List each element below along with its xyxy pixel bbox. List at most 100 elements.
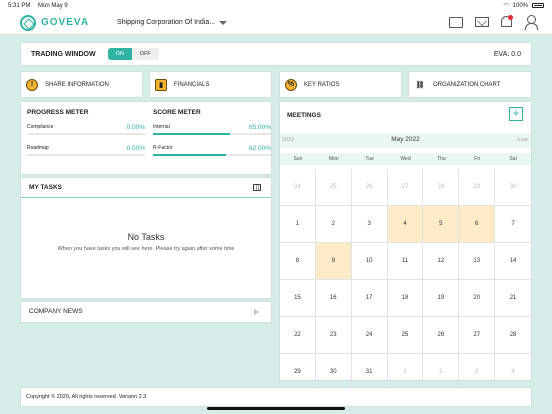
calendar-day[interactable]: 28 xyxy=(495,317,531,354)
progress-fill xyxy=(153,133,230,135)
user-icon[interactable] xyxy=(524,15,538,30)
calendar-day-with-event[interactable]: 5 xyxy=(423,206,460,243)
calendar-day[interactable]: 28 xyxy=(423,169,460,206)
calendar-day[interactable]: 25 xyxy=(387,317,424,354)
org-chart-icon: ⛓ xyxy=(415,81,425,89)
toggle-on-button[interactable]: ON xyxy=(107,48,132,60)
calendar-day[interactable]: 25 xyxy=(315,169,352,206)
calendar-day[interactable]: 1 xyxy=(387,354,424,391)
progress-bar xyxy=(27,154,145,156)
score-meter: SCORE METER Internal 65.00% R-Factor 62.… xyxy=(153,102,273,158)
notification-dot xyxy=(508,15,513,20)
folder-icon[interactable] xyxy=(449,17,463,28)
calendar-day[interactable]: 3 xyxy=(459,354,496,391)
calendar-day[interactable]: 18 xyxy=(387,280,424,317)
key-ratios-tile[interactable]: % KEY RATIOS xyxy=(280,72,401,97)
calendar-day[interactable]: 27 xyxy=(387,169,424,206)
calendar-day[interactable]: 8 xyxy=(280,243,316,280)
current-month-label: May 2022 xyxy=(391,136,420,143)
weekday-label: Sun xyxy=(293,156,303,162)
metric-label: Compliance xyxy=(27,124,54,130)
play-icon[interactable] xyxy=(254,309,259,315)
calendar-grid: 24 25 26 27 28 29 30 1 2 3 4 5 6 7 8 9 10 11 12 13 14 15 16 17 1… xyxy=(280,169,531,391)
metric-value: 0.00% xyxy=(126,145,145,152)
app-header: GOVEVA Shipping Corporation Of India... xyxy=(0,11,552,35)
calendar-day[interactable]: 15 xyxy=(280,280,316,317)
next-month-button[interactable]: June xyxy=(516,137,528,143)
metric-value: 62.00% xyxy=(248,145,271,152)
weekday-label: Sat xyxy=(509,156,517,162)
calendar-day[interactable]: 11 xyxy=(387,243,424,280)
financials-tile[interactable]: ▮ FINANCIALS xyxy=(150,72,271,97)
weekday-label: Fri xyxy=(474,156,481,162)
company-news-card[interactable]: COMPANY NEWS xyxy=(21,302,271,322)
calendar-day[interactable]: 16 xyxy=(315,280,352,317)
metric-value: 65.00% xyxy=(248,124,271,131)
calendar-day[interactable]: 24 xyxy=(351,317,388,354)
progress-bar xyxy=(153,154,271,156)
calendar-day[interactable]: 13 xyxy=(459,243,496,280)
calendar-day-with-event[interactable]: 6 xyxy=(459,206,496,243)
calendar-day[interactable]: 3 xyxy=(351,206,388,243)
calendar-day[interactable]: 7 xyxy=(495,206,531,243)
score-meter-title: SCORE METER xyxy=(153,109,201,116)
bell-icon[interactable] xyxy=(501,15,513,27)
calendar-day[interactable]: 31 xyxy=(351,354,388,391)
calendar-day[interactable]: 17 xyxy=(351,280,388,317)
calendar-day[interactable]: 26 xyxy=(423,317,460,354)
calendar-day[interactable]: 20 xyxy=(459,280,496,317)
calendar-day[interactable]: 22 xyxy=(280,317,316,354)
calendar-day[interactable]: 29 xyxy=(459,169,496,206)
organization-chart-tile[interactable]: ⛓ ORGANIZATION CHART xyxy=(409,72,531,97)
calendar-day[interactable]: 19 xyxy=(423,280,460,317)
calendar-day[interactable]: 2 xyxy=(315,206,352,243)
home-indicator xyxy=(207,407,345,410)
mail-icon[interactable] xyxy=(475,17,489,27)
progress-bar xyxy=(27,133,145,135)
meetings-card: MEETINGS + 2022 May 2022 June Sun Mon Tue W… xyxy=(280,102,531,391)
trading-window-label: TRADING WINDOW xyxy=(31,50,96,58)
metric-label: R-Factor xyxy=(153,145,173,151)
company-selector[interactable]: Shipping Corporation Of India... xyxy=(117,19,228,26)
status-bar: 5:31 PM Mon May 9 ◠ 100% xyxy=(0,0,552,11)
calendar-day[interactable]: 14 xyxy=(495,243,531,280)
calendar-day[interactable]: 30 xyxy=(495,169,531,206)
meetings-title: MEETINGS xyxy=(287,112,321,119)
calendar-day[interactable]: 12 xyxy=(423,243,460,280)
calendar-day[interactable]: 24 xyxy=(280,169,316,206)
calendar-day[interactable]: 23 xyxy=(315,317,352,354)
divider xyxy=(21,197,271,198)
trading-window-toggle[interactable]: ON OFF xyxy=(107,48,159,60)
calendar-day-with-event[interactable]: 4 xyxy=(387,206,424,243)
calendar-day[interactable]: 27 xyxy=(459,317,496,354)
empty-state-title: No Tasks xyxy=(127,232,165,242)
metric-roadmap: Roadmap 0.00% xyxy=(27,145,147,158)
goveva-logo-icon xyxy=(20,14,36,31)
weekday-header: Sun Mon Tue Wed Thu Fri Sat xyxy=(280,153,531,165)
logo: GOVEVA xyxy=(20,14,90,31)
calendar-grid-icon[interactable] xyxy=(253,184,261,191)
footer: Copyright © 2020, All rights reserved. V… xyxy=(21,388,531,406)
calendar-day-with-event[interactable]: 9 xyxy=(315,243,352,280)
progress-fill xyxy=(153,154,227,156)
logo-text: GOVEVA xyxy=(41,17,90,28)
trading-window-bar: TRADING WINDOW ON OFF EVA: 0.0 xyxy=(21,43,531,65)
calendar-day[interactable]: 10 xyxy=(351,243,388,280)
empty-state-text: When you have tasks you will see here. P… xyxy=(57,246,235,252)
calendar-day[interactable]: 4 xyxy=(495,354,531,391)
metric-label: Roadmap xyxy=(27,145,49,151)
metric-r-factor: R-Factor 62.00% xyxy=(153,145,273,158)
toggle-off-button[interactable]: OFF xyxy=(131,48,159,60)
calendar-day[interactable]: 2 xyxy=(423,354,460,391)
share-information-tile[interactable]: ! SHARE INFORMATION xyxy=(21,72,142,97)
calendar-day[interactable]: 29 xyxy=(280,354,316,391)
weekday-label: Mon xyxy=(328,156,339,162)
add-meeting-button[interactable]: + xyxy=(509,107,523,121)
meters-card: PROGRESS METER Compliance 0.00% Roadmap … xyxy=(21,102,271,174)
metric-label: Internal xyxy=(153,124,170,130)
calendar-day[interactable]: 1 xyxy=(280,206,316,243)
calendar-day[interactable]: 26 xyxy=(351,169,388,206)
calendar-day[interactable]: 21 xyxy=(495,280,531,317)
calendar-day[interactable]: 30 xyxy=(315,354,352,391)
status-time: 5:31 PM xyxy=(8,2,31,9)
